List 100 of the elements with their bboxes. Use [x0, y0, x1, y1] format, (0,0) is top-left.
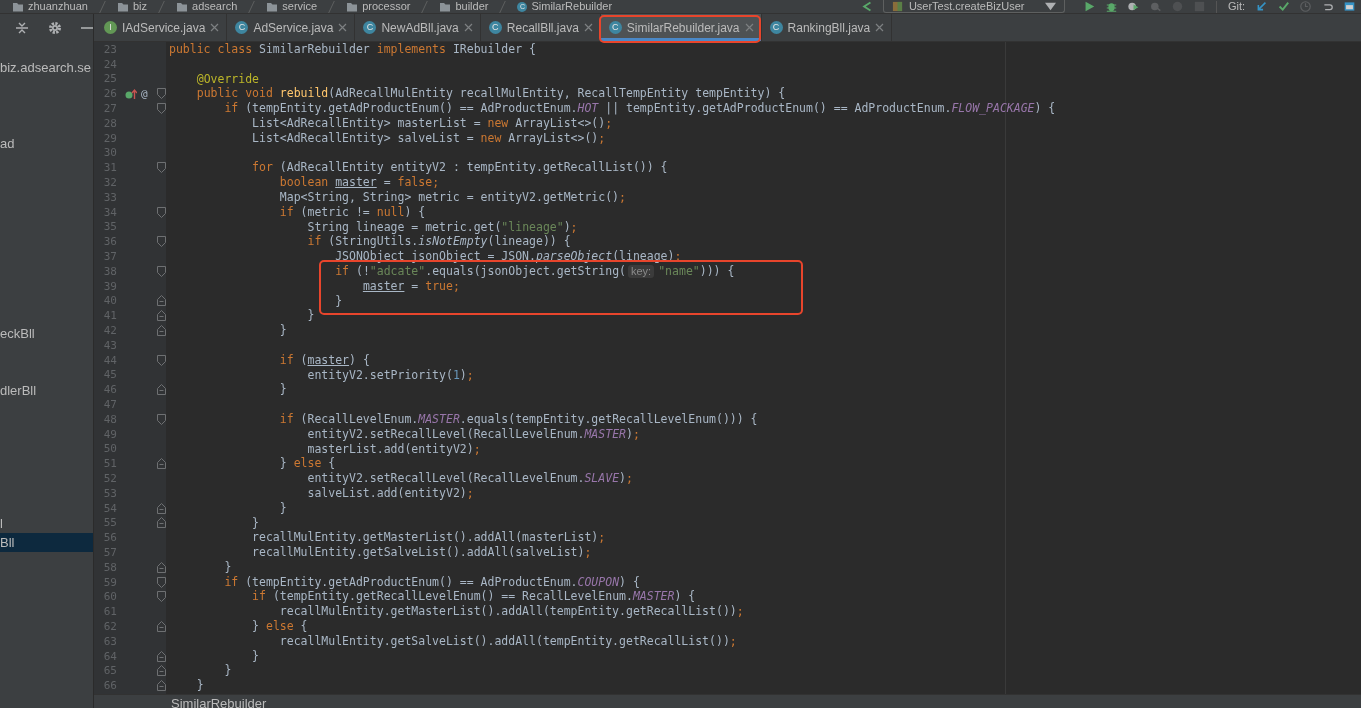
code-line: if (RecallLevelEnum.MASTER.equals(tempEntity.getRecallLevelEnum())) { — [278, 411, 758, 427]
fold-end-icon[interactable] — [157, 458, 166, 470]
fold-icon[interactable] — [157, 236, 166, 248]
fold-end-icon[interactable] — [157, 620, 166, 632]
breadcrumb-item[interactable]: builder — [455, 0, 489, 13]
code-line: if (StringUtils.isNotEmpty(lineage)) { — [306, 234, 571, 250]
fold-end-icon[interactable] — [157, 384, 166, 396]
code-line: recallMulEntity.getSalveList().addAll(salveList); — [251, 545, 592, 560]
editor-tab[interactable]: C NewAdBll.java — [355, 14, 481, 41]
bug-icon[interactable] — [1105, 1, 1117, 12]
fold-end-icon[interactable] — [157, 561, 166, 573]
history-icon[interactable] — [1300, 1, 1311, 12]
class-icon: C — [488, 21, 502, 34]
fold-icon[interactable] — [157, 265, 166, 277]
fold-icon[interactable] — [157, 413, 166, 425]
tree-item[interactable]: eckBll — [0, 324, 93, 343]
editor-tab[interactable]: C SimilarRebuilder.java — [600, 14, 762, 41]
code-line: salveList.add(entityV2); — [306, 485, 474, 501]
code-line: for (AdRecallEntity entityV2 : tempEntity.getRecallList()) { — [251, 160, 668, 176]
profiler-icon[interactable] — [1149, 1, 1161, 12]
git-label: Git: — [1227, 0, 1245, 13]
code-line: List<AdRecallEntity> masterList = new ArrayList<>(); — [251, 116, 613, 131]
code-line: } — [334, 293, 343, 309]
code-line: masterList.add(entityV2); — [306, 441, 481, 457]
settings-icon[interactable] — [48, 20, 62, 35]
code-line: public class SimilarRebuilder implements IRebuilder { — [169, 42, 536, 57]
code-line: @Override — [195, 71, 259, 87]
tree-item[interactable]: l — [0, 514, 93, 533]
fold-icon[interactable] — [157, 576, 166, 588]
close-icon[interactable] — [463, 23, 473, 32]
code-line: if (tempEntity.getRecallLevelEnum() == RecallLevelEnum.MASTER) { — [251, 589, 696, 605]
code-line: entityV2.setRecallLevel(RecallLevelEnum.MASTER); — [306, 426, 640, 442]
tree-item[interactable]: Bll — [0, 533, 93, 552]
code-line: "name"))) { — [658, 263, 735, 279]
breadcrumb-item[interactable]: SimilarRebuilder — [531, 0, 613, 13]
tree-item[interactable]: ad — [0, 134, 93, 153]
close-icon[interactable] — [875, 23, 885, 32]
code-line: recallMulEntity.getMasterList().addAll(tempEntity.getRecallList()); — [278, 604, 744, 620]
fold-icon[interactable] — [157, 162, 166, 174]
check-icon[interactable] — [1278, 1, 1289, 12]
window-icon[interactable] — [1344, 1, 1355, 12]
close-icon[interactable] — [744, 23, 754, 32]
code-line: } — [195, 678, 204, 694]
coverage-icon[interactable] — [1127, 1, 1139, 12]
run-configuration-dropdown[interactable]: UserTest.createBizUser — [882, 0, 1065, 13]
run-icon[interactable] — [1083, 1, 1095, 12]
breadcrumb-item[interactable]: service — [282, 0, 318, 13]
interface-icon: I — [104, 21, 117, 34]
fold-end-icon[interactable] — [157, 310, 166, 322]
editor-tab[interactable]: I IAdService.java — [96, 14, 228, 41]
editor-tab[interactable]: C RankingBll.java — [761, 14, 893, 41]
fold-end-icon[interactable] — [157, 665, 166, 677]
fold-icon[interactable] — [157, 354, 166, 366]
fold-icon[interactable] — [157, 206, 166, 218]
tree-item[interactable]: dlerBll — [0, 381, 93, 400]
editor-tab[interactable]: C AdService.java — [227, 14, 356, 41]
code-line: if (tempEntity.getAdProductEnum() == AdProductEnum.COUPON) { — [223, 574, 640, 590]
fold-icon[interactable] — [157, 103, 166, 115]
gutter-marker[interactable]: @ — [141, 87, 148, 101]
fold-icon[interactable] — [157, 591, 166, 603]
code-line: entityV2.setPriority(1); — [306, 367, 474, 383]
code-line: boolean master = false; — [278, 175, 440, 190]
module-icon — [891, 0, 903, 12]
close-icon[interactable] — [210, 23, 220, 32]
fold-end-icon[interactable] — [157, 680, 166, 692]
code-line: } — [278, 500, 287, 516]
override-icon[interactable] — [125, 87, 137, 100]
folder-icon — [116, 1, 129, 12]
stop-icon[interactable] — [1193, 1, 1205, 12]
code-line: } else { — [251, 619, 308, 634]
revert-icon[interactable] — [1322, 1, 1333, 12]
fold-icon[interactable] — [157, 88, 166, 100]
breadcrumb-item[interactable]: biz — [132, 0, 147, 13]
code-line: List<AdRecallEntity> salveList = new ArrayList<>(); — [251, 130, 606, 146]
code-line: } — [278, 382, 287, 398]
close-icon[interactable] — [338, 23, 348, 32]
code-line: } — [223, 559, 232, 575]
folder-icon — [266, 1, 279, 12]
code-line: } — [278, 323, 287, 338]
code-line: if (master) { — [278, 352, 370, 368]
fold-end-icon[interactable] — [157, 517, 166, 529]
code-line: master = true; — [361, 278, 460, 294]
class-icon: C — [235, 21, 249, 34]
tree-item[interactable]: biz.adsearch.se — [0, 58, 93, 77]
update-icon[interactable] — [1256, 1, 1267, 12]
code-line: public void rebuild(AdRecallMulEntity recallMulEntity, RecallTempEntity tempEntity) { — [195, 86, 786, 102]
breadcrumb-item[interactable]: adsearch — [192, 0, 238, 13]
fold-end-icon[interactable] — [157, 295, 166, 307]
folder-icon — [176, 1, 188, 12]
fold-end-icon[interactable] — [157, 325, 166, 337]
editor-tab[interactable]: C RecallBll.java — [480, 14, 601, 41]
fold-end-icon[interactable] — [157, 502, 166, 514]
close-icon[interactable] — [583, 23, 593, 32]
class-icon: C — [608, 21, 622, 34]
code-line: } — [251, 515, 260, 531]
fold-end-icon[interactable] — [157, 650, 166, 662]
breadcrumb-item[interactable]: processor — [362, 0, 411, 13]
code-line: if (metric != null) { — [278, 204, 426, 220]
collapse-all-icon[interactable] — [15, 20, 29, 35]
breadcrumb-item[interactable]: zhuanzhuan — [28, 0, 88, 13]
